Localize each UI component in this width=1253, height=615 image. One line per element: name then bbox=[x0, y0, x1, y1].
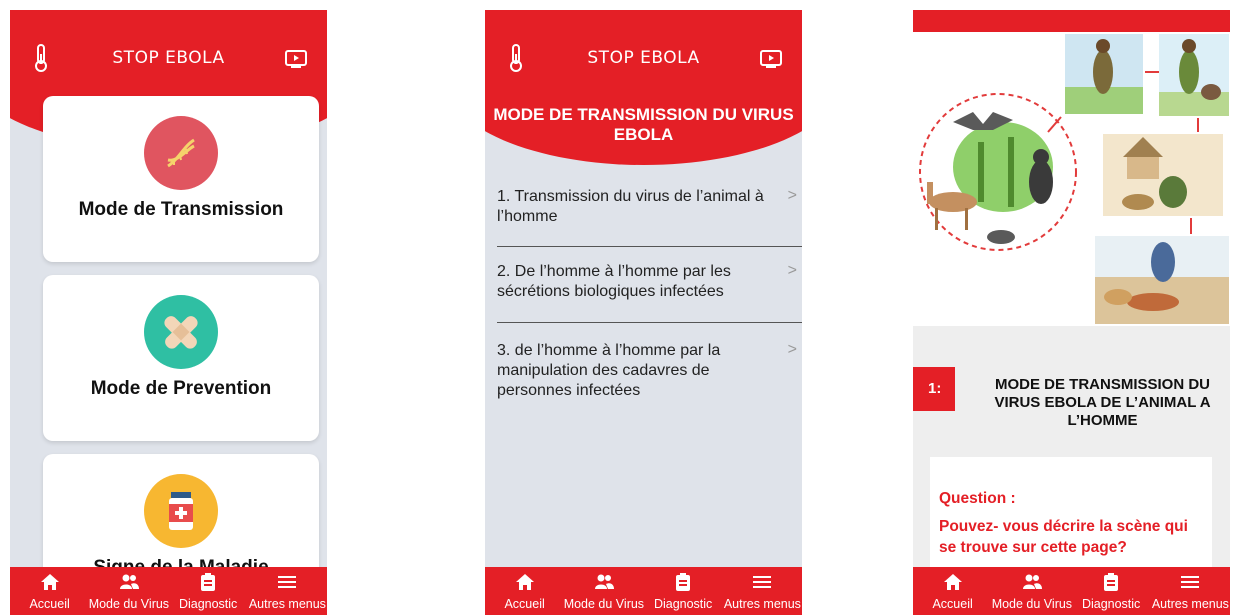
step-title: MODE DE TRANSMISSION DU VIRUS EBOLA DE L… bbox=[994, 376, 1211, 429]
people-icon bbox=[119, 574, 139, 589]
nav-label: Accueil bbox=[504, 597, 545, 611]
people-icon bbox=[594, 574, 614, 589]
video-icon[interactable] bbox=[285, 50, 307, 68]
nav-label: Diagnostic bbox=[1081, 597, 1141, 611]
nav-mode-virus[interactable]: Mode du Virus bbox=[89, 567, 169, 615]
nav-autres-menus[interactable]: Autres menus bbox=[723, 567, 802, 615]
clipboard-icon bbox=[676, 573, 691, 591]
screen-transmission-detail: 1: MODE DE TRANSMISSION DU VIRUS EBOLA D… bbox=[913, 10, 1230, 615]
nav-label: Autres menus bbox=[1151, 597, 1229, 611]
nav-mode-virus[interactable]: Mode du Virus bbox=[992, 567, 1072, 615]
nav-autres-menus[interactable]: Autres menus bbox=[248, 567, 327, 615]
clipboard-icon bbox=[1104, 573, 1119, 591]
question-label: Question : bbox=[939, 490, 1016, 507]
nav-label: Accueil bbox=[932, 597, 973, 611]
card-mode-prevention[interactable]: Mode de Prevention bbox=[43, 275, 319, 441]
app-title: STOP EBOLA bbox=[587, 48, 700, 68]
card-label: Mode de Prevention bbox=[90, 378, 272, 399]
transmission-illustration bbox=[913, 32, 1230, 326]
people-icon bbox=[1022, 574, 1042, 589]
nav-label: Accueil bbox=[29, 597, 70, 611]
bottom-nav: Accueil Mode du Virus Diagnostic Autres … bbox=[485, 567, 802, 615]
menu-icon bbox=[278, 576, 297, 588]
banner-line: EBOLA bbox=[613, 125, 674, 144]
list-item[interactable]: 2. De l’homme à l’homme par les sécrétio… bbox=[497, 262, 802, 302]
section-banner: MODE DE TRANSMISSION DU VIRUS EBOLA bbox=[485, 105, 802, 145]
list-item-text: 1. Transmission du virus de l’animal à l… bbox=[497, 188, 764, 225]
nav-mode-virus[interactable]: Mode du Virus bbox=[564, 567, 644, 615]
home-icon bbox=[515, 574, 534, 590]
divider bbox=[497, 246, 802, 247]
menu-icon bbox=[753, 576, 772, 588]
banner-line: MODE DE TRANSMISSION DU VIRUS bbox=[493, 105, 794, 124]
nav-label: Mode du Virus bbox=[563, 597, 645, 611]
nav-label: Autres menus bbox=[723, 597, 801, 611]
chevron-right-icon: > bbox=[787, 341, 797, 358]
step-number-badge: 1: bbox=[913, 367, 955, 411]
bandage-icon bbox=[144, 295, 218, 369]
app-title: STOP EBOLA bbox=[112, 48, 225, 68]
screen-home: STOP EBOLA Mode de Transmission Mode de bbox=[10, 10, 327, 615]
list-item[interactable]: 3. de l’homme à l’homme par la manipulat… bbox=[497, 341, 802, 401]
nav-autres-menus[interactable]: Autres menus bbox=[1151, 567, 1230, 615]
list-item[interactable]: 1. Transmission du virus de l’animal à l… bbox=[497, 187, 802, 227]
chevron-right-icon: > bbox=[787, 187, 797, 204]
home-icon bbox=[40, 574, 59, 590]
nav-diagnostic[interactable]: Diagnostic bbox=[644, 567, 723, 615]
nav-accueil[interactable]: Accueil bbox=[485, 567, 564, 615]
menu-icon bbox=[1181, 576, 1200, 588]
home-icon bbox=[943, 574, 962, 590]
dna-icon bbox=[144, 116, 218, 190]
list-item-text: 2. De l’homme à l’homme par les sécrétio… bbox=[497, 263, 731, 300]
question-text: Pouvez- vous décrire la scène qui se tro… bbox=[939, 518, 1188, 556]
bottom-nav: Accueil Mode du Virus Diagnostic Autres … bbox=[913, 567, 1230, 615]
chevron-right-icon: > bbox=[787, 262, 797, 279]
list-item-text: 3. de l’homme à l’homme par la manipulat… bbox=[497, 342, 721, 399]
divider bbox=[497, 322, 802, 323]
card-mode-transmission[interactable]: Mode de Transmission bbox=[43, 96, 319, 262]
medicine-bottle-icon bbox=[144, 474, 218, 548]
nav-label: Diagnostic bbox=[178, 597, 238, 611]
video-icon[interactable] bbox=[760, 50, 782, 68]
nav-diagnostic[interactable]: Diagnostic bbox=[169, 567, 248, 615]
bottom-nav: Accueil Mode du Virus Diagnostic Autres … bbox=[10, 567, 327, 615]
nav-accueil[interactable]: Accueil bbox=[10, 567, 89, 615]
clipboard-icon bbox=[201, 573, 216, 591]
app-bar bbox=[913, 10, 1230, 32]
nav-label: Autres menus bbox=[248, 597, 326, 611]
nav-diagnostic[interactable]: Diagnostic bbox=[1072, 567, 1151, 615]
card-label: Mode de Transmission bbox=[78, 199, 284, 220]
nav-accueil[interactable]: Accueil bbox=[913, 567, 992, 615]
nav-label: Diagnostic bbox=[653, 597, 713, 611]
screen-transmission: STOP EBOLA MODE DE TRANSMISSION DU VIRUS… bbox=[485, 10, 802, 615]
nav-label: Mode du Virus bbox=[88, 597, 170, 611]
nav-label: Mode du Virus bbox=[991, 597, 1073, 611]
